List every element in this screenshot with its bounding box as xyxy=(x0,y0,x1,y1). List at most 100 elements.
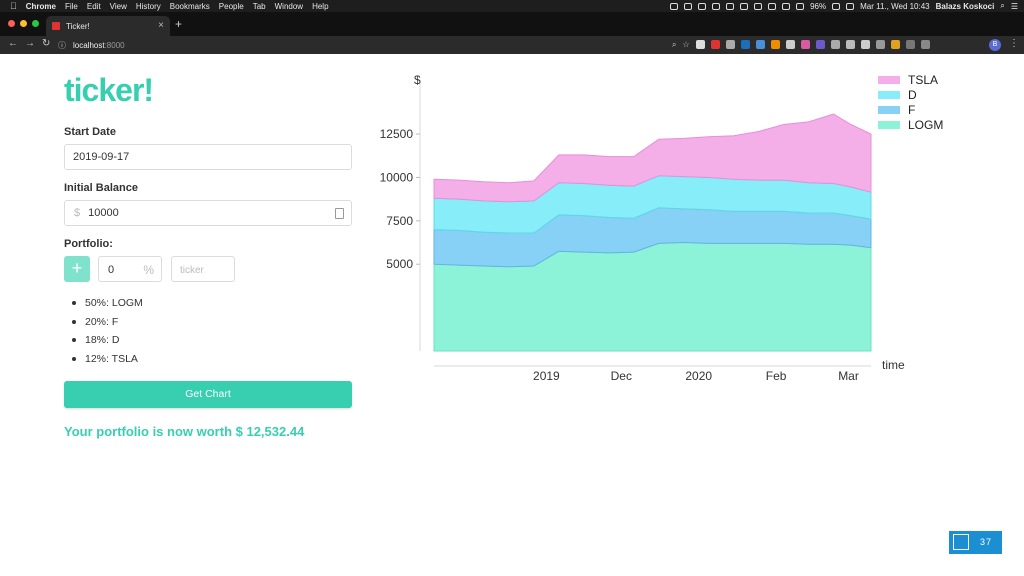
percent-value: 0 xyxy=(108,264,115,276)
percent-input[interactable]: 0 % xyxy=(98,256,162,282)
x-tick-label: Feb xyxy=(766,369,787,383)
y-tick-label: 5000 xyxy=(386,257,413,271)
menubar-datetime[interactable]: Mar 11., Wed 10:43 xyxy=(860,2,930,11)
portfolio-worth-text: Your portfolio is now worth $ 12,532.44 xyxy=(64,424,305,439)
wifi-icon[interactable] xyxy=(796,2,805,10)
extension-icon[interactable] xyxy=(830,40,840,49)
menu-item-window[interactable]: Window xyxy=(275,2,303,11)
legend-label: F xyxy=(908,103,915,117)
y-tick-label: 12500 xyxy=(380,127,414,141)
status-icon[interactable] xyxy=(698,2,707,10)
list-item: 12%: TSLA xyxy=(72,350,143,369)
site-info-icon[interactable]: ⓘ xyxy=(58,40,66,51)
rss-icon[interactable] xyxy=(770,40,780,49)
get-chart-button[interactable]: Get Chart xyxy=(64,381,352,408)
new-tab-icon[interactable]: + xyxy=(175,17,182,31)
close-window-icon[interactable] xyxy=(8,20,15,27)
extension-icon[interactable] xyxy=(875,40,885,49)
ticker-input[interactable]: ticker xyxy=(171,256,235,282)
list-item: 18%: D xyxy=(72,331,143,350)
x-axis: 2019 Dec 2020 Feb Mar time xyxy=(434,358,905,383)
initial-balance-input[interactable]: $ 10000 xyxy=(64,200,352,226)
y-tick-label: 10000 xyxy=(380,170,414,184)
menu-item-tab[interactable]: Tab xyxy=(253,2,266,11)
menu-item-help[interactable]: Help xyxy=(312,2,328,11)
minimize-window-icon[interactable] xyxy=(20,20,27,27)
legend-label: LOGM xyxy=(908,118,943,132)
holding-text: 20%: F xyxy=(85,315,119,328)
menubar-user[interactable]: Balazs Koskoci xyxy=(936,2,995,11)
calculator-icon xyxy=(335,208,344,219)
menu-item-history[interactable]: History xyxy=(136,2,161,11)
list-item: 20%: F xyxy=(72,313,143,332)
apple-menu-icon[interactable]:  xyxy=(10,1,17,11)
status-icon[interactable] xyxy=(670,2,679,10)
slide-counter-badge[interactable]: 37 xyxy=(949,531,1002,554)
status-icon[interactable] xyxy=(726,2,735,10)
menu-item-file[interactable]: File xyxy=(65,2,78,11)
notification-center-icon[interactable]: ☰ xyxy=(1011,2,1018,11)
status-icon[interactable] xyxy=(740,2,749,10)
extension-icon[interactable] xyxy=(695,40,705,49)
extension-icon[interactable] xyxy=(710,40,720,49)
browser-menu-icon[interactable]: ⋮ xyxy=(1009,38,1019,49)
start-date-input[interactable]: 2019-09-17 xyxy=(64,144,352,170)
zoom-icon[interactable]: ⌕ xyxy=(672,40,676,50)
input-source-icon[interactable] xyxy=(846,2,855,10)
menu-item-people[interactable]: People xyxy=(219,2,244,11)
chart-legend: TSLADFLOGM xyxy=(878,73,943,132)
extension-icon[interactable] xyxy=(920,40,930,49)
url-port: :8000 xyxy=(104,40,125,50)
menu-item-bookmarks[interactable]: Bookmarks xyxy=(170,2,210,11)
initial-balance-value: 10000 xyxy=(88,207,119,219)
x-tick-label: Dec xyxy=(611,369,632,383)
menu-app-name[interactable]: Chrome xyxy=(26,2,56,11)
browser-toolbar: ← → ↻ ⓘ localhost :8000 ⌕ ☆ B ⋮ xyxy=(0,36,1024,54)
reload-icon[interactable]: ↻ xyxy=(42,38,50,49)
bullet xyxy=(72,319,76,324)
extension-icon[interactable] xyxy=(905,40,915,49)
extension-icon[interactable] xyxy=(725,40,735,49)
legend-label: TSLA xyxy=(908,73,938,87)
portfolio-chart: 5000 7500 10000 12500 $ 2019 Dec 2020 Feb Mar tim… xyxy=(380,73,944,383)
status-icon[interactable] xyxy=(684,2,693,10)
back-icon[interactable]: ← xyxy=(8,38,18,49)
status-icon[interactable] xyxy=(712,2,721,10)
extension-icon[interactable] xyxy=(860,40,870,49)
extensions-area: ⌕ ☆ xyxy=(672,40,930,50)
status-icon[interactable] xyxy=(754,2,763,10)
holding-text: 18%: D xyxy=(85,334,120,347)
extension-icon[interactable] xyxy=(815,40,825,49)
airplay-icon[interactable] xyxy=(768,2,777,10)
add-holding-button[interactable]: + xyxy=(64,256,90,282)
extension-icon[interactable] xyxy=(785,40,795,49)
forward-icon[interactable]: → xyxy=(25,38,35,49)
menu-item-edit[interactable]: Edit xyxy=(87,2,101,11)
x-axis-label: time xyxy=(882,358,905,372)
volume-icon[interactable] xyxy=(782,2,791,10)
slides-icon xyxy=(953,534,969,550)
tab-close-icon[interactable]: × xyxy=(158,20,164,31)
linkedin-icon[interactable] xyxy=(740,40,750,49)
tab-strip: Ticker! × + xyxy=(0,12,1024,36)
zoom-window-icon[interactable] xyxy=(32,20,39,27)
battery-icon[interactable] xyxy=(832,2,841,10)
spotlight-icon[interactable]: ⌕ xyxy=(1000,1,1004,11)
slide-number: 37 xyxy=(980,537,993,547)
profile-avatar[interactable]: B xyxy=(989,39,1001,51)
initial-balance-label: Initial Balance xyxy=(64,182,138,194)
legend-swatch xyxy=(878,121,900,129)
battery-percent: 96% xyxy=(810,1,827,11)
extension-icon[interactable] xyxy=(800,40,810,49)
chart-areas xyxy=(433,113,872,352)
extension-icon[interactable] xyxy=(845,40,855,49)
start-date-value: 2019-09-17 xyxy=(73,151,130,163)
browser-tab[interactable]: Ticker! × xyxy=(46,16,170,36)
extension-icon[interactable] xyxy=(890,40,900,49)
menu-item-view[interactable]: View xyxy=(110,2,127,11)
extension-icon[interactable] xyxy=(755,40,765,49)
address-bar[interactable]: ⓘ localhost :8000 xyxy=(58,38,698,52)
ticker-page: ticker! Start Date 2019-09-17 Initial Ba… xyxy=(0,54,1024,576)
mac-menu-bar:  Chrome File Edit View History Bookmark… xyxy=(0,0,1024,12)
bookmark-star-icon[interactable]: ☆ xyxy=(682,40,689,50)
